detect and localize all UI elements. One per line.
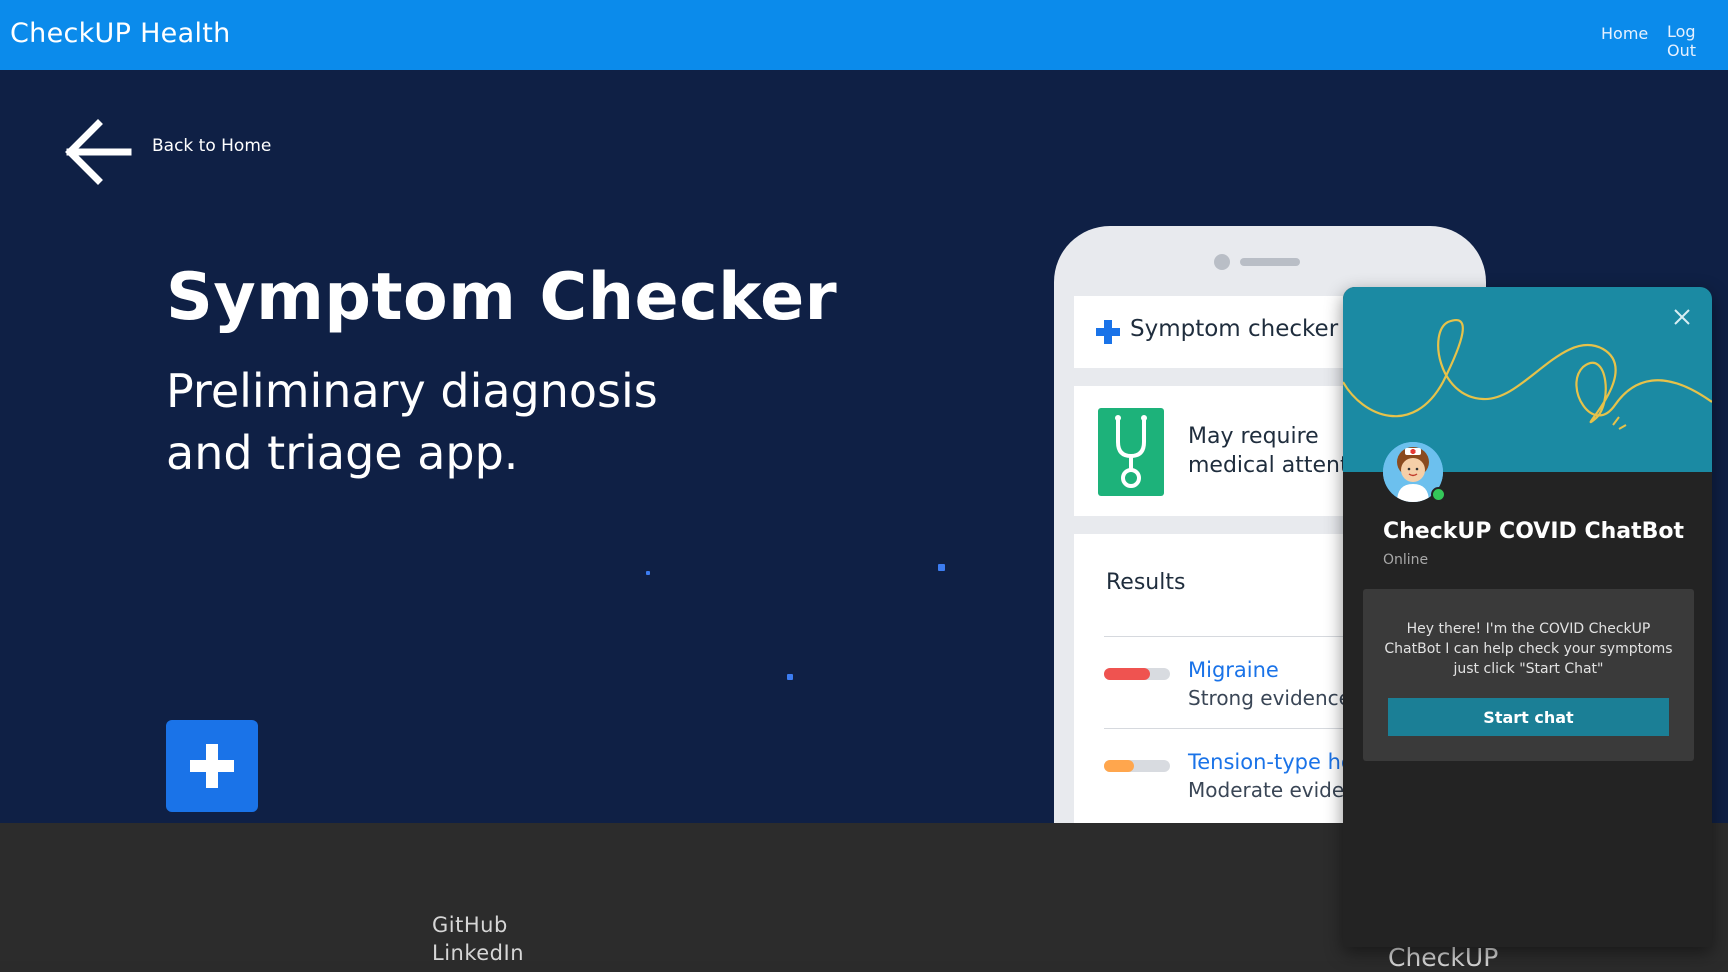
greeting-message: Hey there! I'm the COVID CheckUP ChatBot… <box>1363 589 1694 761</box>
back-to-home-label: Back to Home <box>152 136 272 156</box>
decor-dot <box>787 674 793 680</box>
evidence-bar <box>1104 668 1170 680</box>
back-to-home-button[interactable]: Back to Home <box>62 118 302 188</box>
brand-title[interactable]: CheckUP Health <box>10 18 231 49</box>
phone-camera <box>1214 254 1230 270</box>
chatbot-header <box>1343 287 1712 472</box>
footer-linkedin-link[interactable]: LinkedIn <box>432 941 524 965</box>
online-status-dot <box>1431 487 1446 502</box>
page-title: Symptom Checker <box>166 260 838 335</box>
result-evidence: Strong evidence <box>1188 686 1351 710</box>
triage-line-1: May require <box>1188 424 1319 449</box>
stethoscope-icon <box>1098 408 1164 496</box>
decor-dot <box>938 564 945 571</box>
result-name: Tension-type he <box>1188 750 1354 774</box>
evidence-bar <box>1104 760 1170 772</box>
subtitle-line-1: Preliminary diagnosis <box>166 364 658 418</box>
nav-logout-link[interactable]: Log Out <box>1667 22 1728 60</box>
phone-speaker <box>1240 258 1300 266</box>
results-heading: Results <box>1106 570 1186 595</box>
medical-plus-icon <box>166 720 258 812</box>
triage-text: May require medical attent <box>1188 422 1349 480</box>
chatbot-status: Online <box>1383 552 1429 568</box>
decor-dot <box>646 571 650 575</box>
blue-plus-icon <box>1096 320 1120 344</box>
triage-line-2: medical attent <box>1188 453 1349 478</box>
result-evidence: Moderate evide <box>1188 778 1345 802</box>
chatbot-name: CheckUP COVID ChatBot <box>1383 519 1685 544</box>
symptom-checker-label: Symptom checker <box>1130 316 1339 342</box>
subtitle-line-2: and triage app. <box>166 426 519 480</box>
start-chat-button[interactable]: Start chat <box>1388 698 1669 736</box>
chatbot-widget: CheckUP COVID ChatBot Online Hey there! … <box>1343 287 1712 947</box>
page-subtitle: Preliminary diagnosis and triage app. <box>166 360 726 484</box>
footer-brand: CheckUP <box>1388 943 1499 972</box>
greeting-text: Hey there! I'm the COVID CheckUP ChatBot… <box>1384 621 1673 677</box>
top-navbar: CheckUP Health Home Log Out <box>0 0 1728 70</box>
close-icon[interactable] <box>1668 303 1696 331</box>
result-name: Migraine <box>1188 658 1279 682</box>
nav-home-link[interactable]: Home <box>1601 24 1648 43</box>
arrow-left-icon <box>65 119 132 185</box>
footer-github-link[interactable]: GitHub <box>432 913 508 937</box>
squiggle-decoration <box>1343 319 1712 430</box>
